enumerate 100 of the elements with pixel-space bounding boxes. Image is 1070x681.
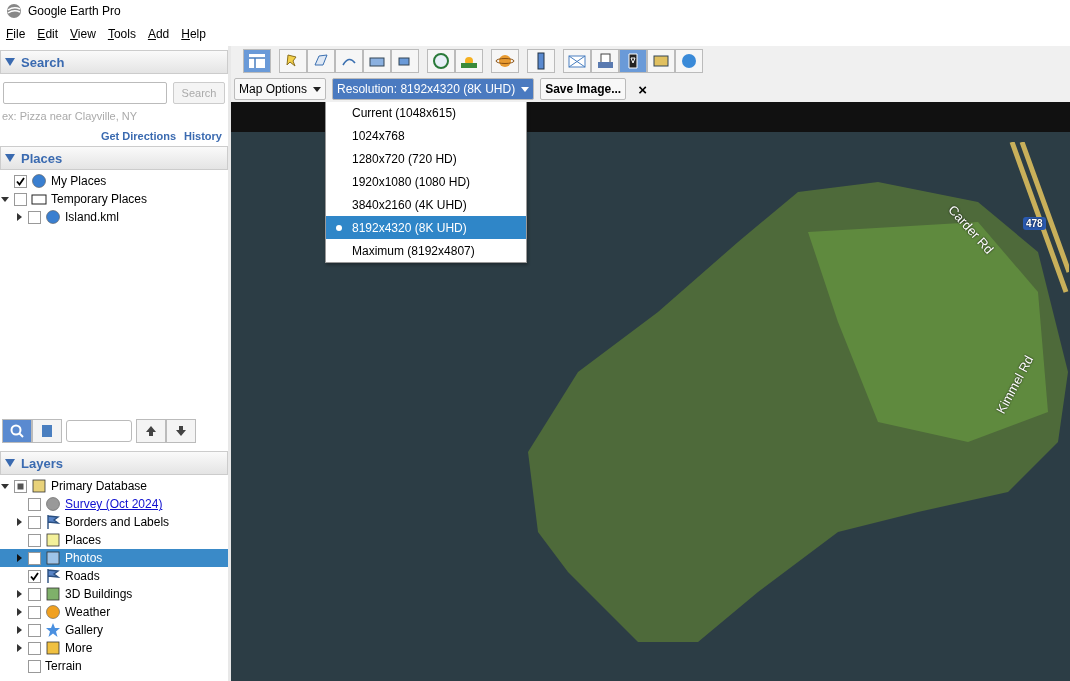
resolution-option[interactable]: 8192x4320 (8K UHD): [326, 216, 526, 239]
tree-item-label[interactable]: Photos: [65, 551, 103, 565]
app-logo-icon: [6, 3, 22, 19]
tree-item-label[interactable]: Terrain: [45, 659, 82, 673]
tree-item-label[interactable]: Roads: [65, 569, 100, 583]
checkbox[interactable]: [14, 174, 27, 188]
checkbox[interactable]: [28, 587, 41, 601]
polygon-button[interactable]: [307, 49, 335, 73]
window-title: Google Earth Pro: [28, 4, 121, 18]
menu-item[interactable]: Edit: [37, 27, 59, 41]
checkbox[interactable]: [28, 533, 41, 547]
search-button[interactable]: [2, 419, 32, 443]
earth-icon: [679, 51, 699, 71]
checkbox[interactable]: [28, 659, 41, 673]
tree-item-label[interactable]: Borders and Labels: [65, 515, 170, 529]
resolution-option[interactable]: 3840x2160 (4K UHD): [326, 193, 526, 216]
resolution-option[interactable]: 1920x1080 (1080 HD): [326, 170, 526, 193]
resolution-option[interactable]: Current (1048x615): [326, 102, 526, 124]
panel-link[interactable]: Get Directions: [100, 130, 177, 142]
panel-link[interactable]: History: [184, 130, 222, 142]
tree-item-label[interactable]: More: [65, 641, 93, 655]
tree-item-label[interactable]: Places: [65, 533, 102, 547]
globe-icon: [45, 209, 61, 225]
expand-arrow-icon[interactable]: [1, 482, 9, 490]
email-button[interactable]: [563, 49, 591, 73]
resolution-option[interactable]: 1280x720 (720 HD): [326, 147, 526, 170]
maps-button[interactable]: [647, 49, 675, 73]
overlay-button[interactable]: [363, 49, 391, 73]
print-icon: [595, 51, 615, 71]
expand-arrow-icon[interactable]: [1, 195, 9, 203]
print-button[interactable]: [591, 49, 619, 73]
resolution-option[interactable]: 1024x768: [326, 124, 526, 147]
move-down-button[interactable]: [166, 419, 196, 443]
path-button[interactable]: [335, 49, 363, 73]
menu-item[interactable]: Help: [181, 27, 206, 41]
tree-item-label[interactable]: Gallery: [65, 623, 103, 637]
caret-icon: [313, 85, 322, 93]
globe-icon: [45, 496, 61, 512]
save-image-button[interactable]: [619, 49, 647, 73]
tree-item-label[interactable]: Island.kml: [65, 210, 120, 224]
expand-arrow-icon[interactable]: [15, 518, 23, 526]
square-icon: [45, 532, 61, 548]
gradient-icon: [39, 423, 55, 439]
tree-item-label[interactable]: My Places: [51, 174, 107, 188]
search-panel-header[interactable]: Search: [0, 50, 228, 74]
gradient-button[interactable]: [32, 419, 62, 443]
tree-item-label[interactable]: 3D Buildings: [65, 587, 133, 601]
checkbox[interactable]: [28, 497, 41, 511]
expand-arrow-icon[interactable]: [15, 213, 23, 221]
flag-icon: [45, 568, 61, 584]
opacity-field[interactable]: [66, 420, 132, 442]
close-button[interactable]: ×: [632, 80, 653, 98]
checkbox[interactable]: [14, 479, 27, 493]
checkbox[interactable]: [28, 623, 41, 637]
ruler-button[interactable]: [527, 49, 555, 73]
layers-panel-header[interactable]: Layers: [0, 451, 228, 475]
menu-item[interactable]: Tools: [107, 27, 136, 41]
expand-arrow-icon[interactable]: [15, 644, 23, 652]
expand-arrow-icon[interactable]: [15, 554, 23, 562]
checkbox[interactable]: [28, 210, 41, 224]
search-field[interactable]: [3, 82, 167, 104]
sunlight-button[interactable]: [455, 49, 483, 73]
arrow-up-icon: [145, 425, 157, 437]
sidebar-button[interactable]: [243, 49, 271, 73]
expand-arrow-icon[interactable]: [15, 626, 23, 634]
menu-item[interactable]: File: [6, 27, 26, 41]
tour-button[interactable]: [391, 49, 419, 73]
tree-row[interactable]: Photos: [0, 549, 228, 567]
checkbox[interactable]: [28, 641, 41, 655]
search-hint: ex: Pizza near Clayville, NY: [1, 109, 139, 122]
save-image-button[interactable]: Save Image...: [540, 78, 627, 100]
collapse-triangle-icon[interactable]: [5, 153, 15, 163]
checkbox[interactable]: [28, 569, 41, 583]
highway-shield: 478: [1023, 217, 1046, 230]
menu-item[interactable]: Add: [147, 27, 170, 41]
collapse-triangle-icon[interactable]: [5, 458, 15, 468]
planet-button[interactable]: [491, 49, 519, 73]
places-panel-header[interactable]: Places: [0, 146, 228, 170]
checkbox[interactable]: [28, 605, 41, 619]
earth-button[interactable]: [675, 49, 703, 73]
resolution-dropdown[interactable]: Resolution: 8192x4320 (8K UHD): [332, 78, 535, 100]
checkbox[interactable]: [28, 551, 41, 565]
menu-item[interactable]: View: [70, 27, 96, 41]
tree-item-label[interactable]: Temporary Places: [51, 192, 148, 206]
expand-arrow-icon[interactable]: [15, 590, 23, 598]
layer-link[interactable]: Survey (Oct 2024): [65, 497, 163, 511]
checkbox[interactable]: [14, 192, 27, 206]
pin-button[interactable]: [279, 49, 307, 73]
tree-item-label[interactable]: Weather: [65, 605, 111, 619]
checkbox[interactable]: [28, 515, 41, 529]
move-up-button[interactable]: [136, 419, 166, 443]
resolution-option[interactable]: Maximum (8192x4807): [326, 239, 526, 262]
clock-button[interactable]: [427, 49, 455, 73]
collapse-triangle-icon[interactable]: [5, 57, 15, 67]
expand-arrow-icon[interactable]: [15, 608, 23, 616]
flag-icon: [45, 514, 61, 530]
tree-item-label[interactable]: Primary Database: [51, 479, 148, 493]
folder-icon: [31, 191, 47, 207]
map-options-dropdown[interactable]: Map Options: [234, 78, 327, 100]
selected-dot-icon: [336, 224, 342, 231]
